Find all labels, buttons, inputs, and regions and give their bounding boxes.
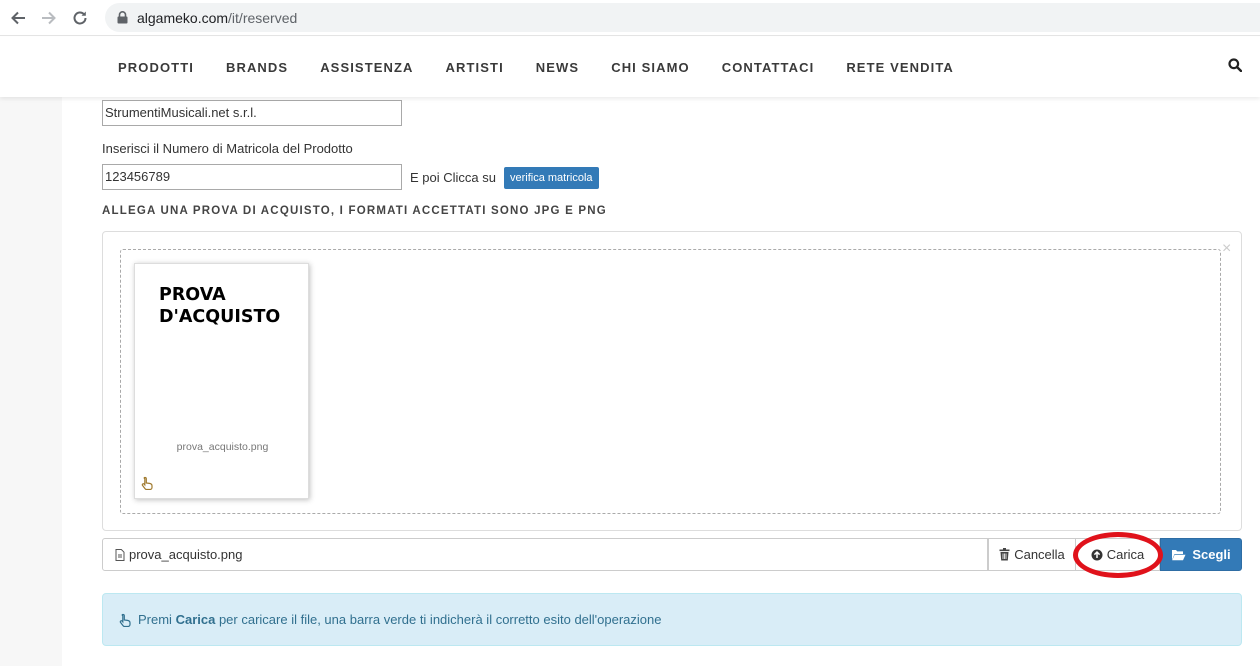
- then-click-label: E poi Clicca su: [410, 170, 496, 185]
- dealer-field[interactable]: StrumentiMusicali.net s.r.l.: [102, 100, 402, 126]
- info-alert: Premi Carica per caricare il file, una b…: [102, 593, 1242, 646]
- search-icon[interactable]: [1228, 58, 1243, 77]
- menu-item-brands[interactable]: BRANDS: [210, 60, 304, 75]
- menu-item-prodotti[interactable]: PRODOTTI: [102, 60, 210, 75]
- preview-title-line2: D'ACQUISTO: [159, 307, 281, 327]
- folder-open-icon: [1171, 549, 1186, 561]
- forward-icon[interactable]: [36, 5, 62, 31]
- url-host: algameko.com: [137, 9, 229, 26]
- serial-number-field[interactable]: 123456789: [102, 164, 402, 190]
- circle-arrow-up-icon: [1091, 549, 1103, 561]
- cancel-button[interactable]: Cancella: [988, 538, 1076, 571]
- verify-serial-button[interactable]: verifica matricola: [504, 167, 599, 189]
- lock-icon: [117, 11, 128, 24]
- menu-item-contattaci[interactable]: CONTATTACI: [706, 60, 831, 75]
- section-title: ALLEGA UNA PROVA DI ACQUISTO, I FORMATI …: [102, 205, 607, 217]
- preview-filename: prova_acquisto.png: [176, 441, 269, 453]
- file-preview-thumbnail: PROVA D'ACQUISTO prova_acquisto.png: [134, 263, 309, 499]
- browser-toolbar: algameko.com/it/reserved: [0, 0, 1260, 36]
- page-side-gutter: [0, 97, 62, 666]
- trash-icon: [999, 548, 1010, 561]
- reload-icon[interactable]: [67, 5, 93, 31]
- menu-item-rete-vendita[interactable]: RETE VENDITA: [830, 60, 970, 75]
- preview-image-text: PROVA D'ACQUISTO: [159, 284, 280, 328]
- info-suffix: per caricare il file, una barra verde ti…: [218, 612, 662, 627]
- close-icon[interactable]: ×: [1222, 240, 1231, 258]
- selected-file-field[interactable]: prova_acquisto.png: [102, 538, 988, 571]
- preview-title-line1: PROVA: [159, 285, 226, 305]
- back-icon[interactable]: [5, 5, 31, 31]
- menu-item-assistenza[interactable]: ASSISTENZA: [304, 60, 429, 75]
- cancel-label: Cancella: [1014, 547, 1065, 562]
- file-icon: [115, 548, 125, 561]
- menu-item-artisti[interactable]: ARTISTI: [430, 60, 520, 75]
- upload-label: Carica: [1106, 547, 1145, 562]
- site-header: PRODOTTI BRANDS ASSISTENZA ARTISTI NEWS …: [0, 37, 1260, 97]
- main-menu: PRODOTTI BRANDS ASSISTENZA ARTISTI NEWS …: [102, 37, 970, 97]
- info-bold: Carica: [175, 612, 216, 627]
- serial-label: Inserisci il Numero di Matricola del Pro…: [102, 141, 353, 156]
- hand-pointer-icon: [119, 613, 132, 627]
- drag-handle-icon[interactable]: [141, 476, 154, 495]
- upload-button[interactable]: Carica: [1075, 538, 1160, 571]
- address-bar[interactable]: algameko.com/it/reserved: [105, 3, 1260, 32]
- info-prefix: Premi: [138, 612, 172, 627]
- selected-file-name: prova_acquisto.png: [129, 547, 243, 562]
- choose-label: Scegli: [1192, 547, 1231, 562]
- choose-file-button[interactable]: Scegli: [1160, 538, 1242, 571]
- menu-item-chi-siamo[interactable]: CHI SIAMO: [595, 60, 706, 75]
- menu-item-news[interactable]: NEWS: [520, 60, 595, 75]
- url-path: /it/reserved: [228, 9, 298, 26]
